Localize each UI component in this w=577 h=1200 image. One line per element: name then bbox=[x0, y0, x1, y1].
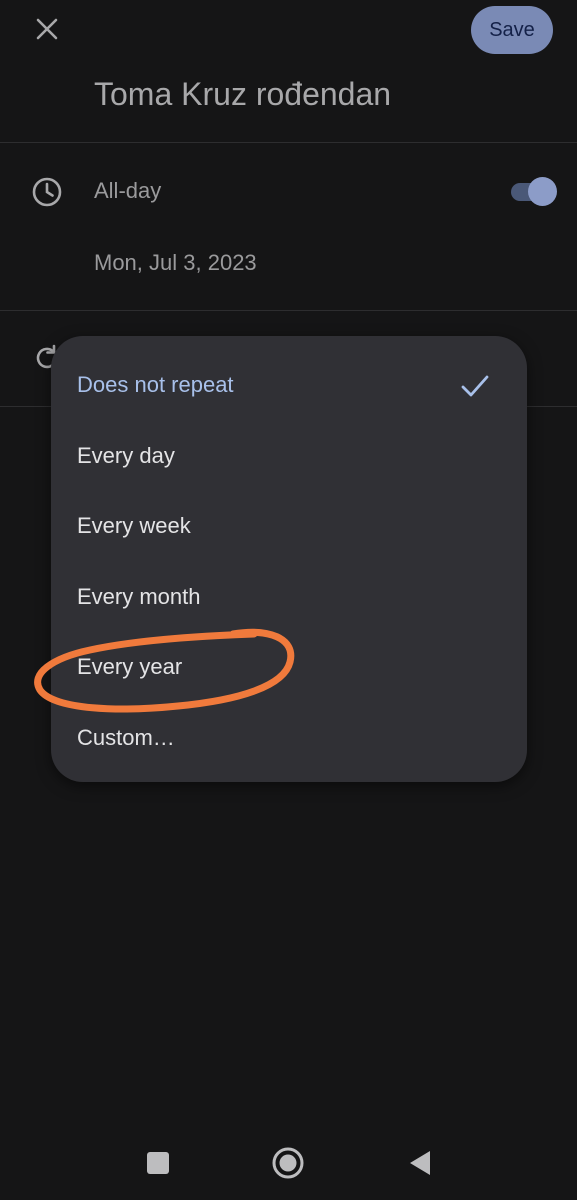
menu-item-label: Every week bbox=[77, 513, 191, 538]
menu-item-label: Every day bbox=[77, 443, 175, 468]
menu-item-label: Every month bbox=[77, 584, 201, 609]
menu-item-every-week[interactable]: Every week bbox=[51, 491, 527, 561]
menu-item-every-year[interactable]: Every year bbox=[51, 632, 527, 702]
menu-item-every-day[interactable]: Every day bbox=[51, 421, 527, 491]
clock-icon bbox=[31, 176, 63, 208]
close-icon bbox=[35, 17, 59, 46]
home-button[interactable] bbox=[268, 1145, 308, 1185]
date-field[interactable]: Mon, Jul 3, 2023 bbox=[94, 250, 257, 276]
toggle-thumb bbox=[528, 177, 557, 206]
recents-button[interactable] bbox=[141, 1148, 175, 1182]
circle-icon bbox=[271, 1146, 305, 1185]
triangle-back-icon bbox=[406, 1149, 432, 1182]
check-icon bbox=[461, 375, 489, 397]
save-button[interactable]: Save bbox=[471, 6, 553, 54]
divider bbox=[0, 310, 577, 311]
event-editor-screen: Save Toma Kruz rođendan All-day Mon, Jul… bbox=[0, 0, 577, 1200]
menu-item-does-not-repeat[interactable]: Does not repeat bbox=[51, 350, 527, 420]
back-button[interactable] bbox=[402, 1148, 436, 1182]
square-icon bbox=[146, 1151, 170, 1180]
menu-item-label: Custom… bbox=[77, 725, 175, 750]
menu-item-label: Does not repeat bbox=[77, 372, 234, 397]
allday-toggle[interactable] bbox=[509, 177, 557, 207]
event-title[interactable]: Toma Kruz rođendan bbox=[94, 76, 391, 113]
menu-item-every-month[interactable]: Every month bbox=[51, 562, 527, 632]
repeat-menu: Does not repeat Every day Every week Eve… bbox=[51, 336, 527, 782]
menu-item-custom[interactable]: Custom… bbox=[51, 703, 527, 773]
allday-label: All-day bbox=[94, 178, 162, 203]
divider bbox=[0, 142, 577, 143]
close-button[interactable] bbox=[24, 8, 70, 54]
menu-item-label: Every year bbox=[77, 654, 183, 679]
